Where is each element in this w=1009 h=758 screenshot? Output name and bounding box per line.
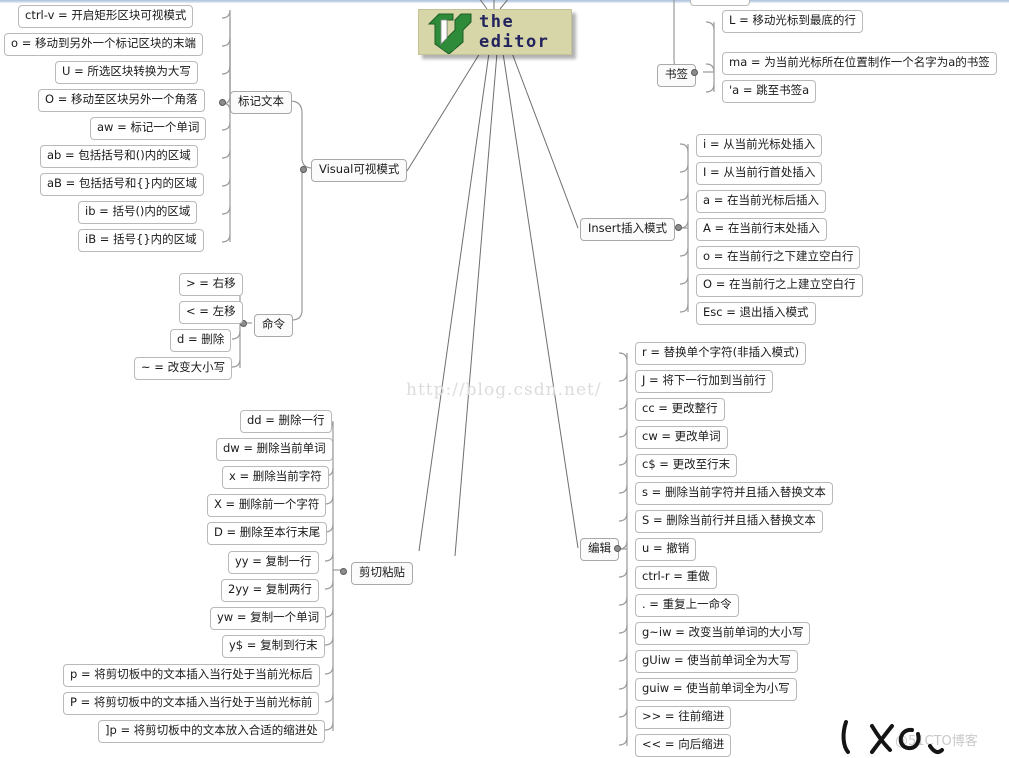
- leaf-I-insert-bol[interactable]: I = 从当前行首处插入: [696, 162, 823, 185]
- leaf-x[interactable]: x = 删除当前字符: [222, 466, 329, 489]
- leaf-dw[interactable]: dw = 删除当前单词: [216, 438, 333, 461]
- collapse-dot-visual-mode[interactable]: [300, 166, 307, 173]
- branch-command[interactable]: 命令: [254, 314, 293, 337]
- leaf-shift-right[interactable]: > = 右移: [179, 273, 243, 296]
- leaf-cc[interactable]: cc = 更改整行: [635, 398, 725, 421]
- leaf-i-insert[interactable]: i = 从当前光标处插入: [696, 134, 823, 157]
- leaf-indent-left[interactable]: << = 向后缩进: [635, 734, 732, 757]
- leaf-L-bottom-line[interactable]: L = 移动光标到最底的行: [722, 10, 863, 33]
- collapse-dot-mark-text[interactable]: [219, 99, 226, 106]
- svg-text:im: im: [442, 40, 456, 53]
- leaf-tilde-case[interactable]: ~ = 改变大小写: [134, 357, 233, 380]
- leaf-ib[interactable]: ib = 括号()内的区域: [78, 201, 198, 224]
- central-topic-vim[interactable]: im the editor: [418, 9, 572, 55]
- central-topic-label: the editor: [479, 12, 550, 52]
- leaf-U-upper[interactable]: U = 所选区块转换为大写: [55, 61, 198, 84]
- leaf-ctrl-r-redo[interactable]: ctrl-r = 重做: [635, 566, 717, 589]
- leaf-u-undo[interactable]: u = 撤销: [635, 538, 697, 561]
- leaf-p-paste-after[interactable]: p = 将剪切板中的文本插入当行处于当前光标后: [63, 664, 320, 687]
- leaf-O-corner[interactable]: O = 移动至区块另外一个角落: [38, 89, 205, 112]
- leaf-O-open-above[interactable]: O = 在当前行之上建立空白行: [696, 274, 863, 297]
- branch-visual-mode[interactable]: Visual可视模式: [311, 159, 408, 182]
- leaf-P-paste-before[interactable]: P = 将剪切板中的文本插入当行处于当前光标前: [63, 692, 320, 715]
- collapse-dot-bookmark[interactable]: [691, 69, 698, 76]
- leaf-J-join[interactable]: J = 将下一行加到当前行: [635, 370, 773, 393]
- leaf-cw[interactable]: cw = 更改单词: [635, 426, 728, 449]
- leaf-D[interactable]: D = 删除至本行末尾: [207, 522, 328, 545]
- clipped-node-top: [690, 0, 750, 6]
- leaf-y-dollar[interactable]: y$ = 复制到行末: [222, 635, 325, 658]
- leaf-s-subst-char[interactable]: s = 删除当前字符并且插入替换文本: [635, 482, 833, 505]
- leaf-yw[interactable]: yw = 复制一个单词: [210, 607, 327, 630]
- leaf-X[interactable]: X = 删除前一个字符: [207, 494, 327, 517]
- leaf-A-append-eol[interactable]: A = 在当前行末处插入: [696, 218, 827, 241]
- leaf-indent-right[interactable]: >> = 往前缩进: [635, 706, 732, 729]
- branch-mark-text[interactable]: 标记文本: [230, 91, 292, 114]
- leaf-S-subst-line[interactable]: S = 删除当前行并且插入替换文本: [635, 510, 823, 533]
- leaf-c-dollar[interactable]: c$ = 更改至行末: [635, 454, 738, 477]
- leaf-gUiw[interactable]: gUiw = 使当前单词全为大写: [635, 650, 798, 673]
- vim-logo-icon: im: [425, 12, 473, 54]
- leaf-aB[interactable]: aB = 包括括号和{}内的区域: [40, 173, 205, 196]
- leaf-o-mark[interactable]: o = 移动到另外一个标记区块的末端: [4, 33, 203, 56]
- leaf-quote-a-jump[interactable]: 'a = 跳至书签a: [722, 80, 817, 103]
- leaf-a-append[interactable]: a = 在当前光标后插入: [696, 190, 826, 213]
- branch-cut-paste[interactable]: 剪切粘贴: [351, 562, 413, 585]
- leaf-o-open-below[interactable]: o = 在当前行之下建立空白行: [696, 246, 861, 269]
- leaf-ab[interactable]: ab = 包括括号和()内的区域: [40, 145, 198, 168]
- collapse-dot-insert-mode[interactable]: [675, 224, 682, 231]
- handwritten-signature-icon: [841, 720, 944, 755]
- window-top-edge: [0, 0, 1009, 3]
- leaf-guiw[interactable]: guiw = 使当前单词全为小写: [635, 678, 797, 701]
- branch-insert-mode[interactable]: Insert插入模式: [580, 218, 675, 241]
- leaf-Esc-exit-insert[interactable]: Esc = 退出插入模式: [696, 302, 816, 325]
- collapse-dot-editing[interactable]: [614, 545, 621, 552]
- leaf-dot-repeat[interactable]: . = 重复上一命令: [635, 594, 739, 617]
- leaf-bracket-p-indent[interactable]: ]p = 将剪切板中的文本放入合适的缩进处: [98, 720, 325, 743]
- branch-bookmark[interactable]: 书签: [657, 64, 696, 87]
- leaf-yy[interactable]: yy = 复制一行: [228, 551, 319, 574]
- leaf-ctrl-v[interactable]: ctrl-v = 开启矩形区块可视模式: [18, 5, 194, 28]
- leaf-iB[interactable]: iB = 括号{}内的区域: [78, 229, 204, 252]
- watermark-url: http://blog.csdn.net/: [406, 380, 602, 400]
- mindmap-canvas: im the editor 标记文本 ctrl-v = 开启矩形区块可视模式 o…: [0, 0, 1009, 758]
- leaf-2yy[interactable]: 2yy = 复制两行: [221, 579, 319, 602]
- leaf-d-delete[interactable]: d = 删除: [170, 329, 232, 352]
- leaf-aw[interactable]: aw = 标记一个单词: [90, 117, 207, 140]
- collapse-dot-cut-paste[interactable]: [340, 568, 347, 575]
- leaf-r-replace-char[interactable]: r = 替换单个字符(非插入模式): [635, 342, 807, 365]
- leaf-g-tilde-iw[interactable]: g~iw = 改变当前单词的大小写: [635, 622, 811, 645]
- leaf-ma-set-mark[interactable]: ma = 为当前光标所在位置制作一个名字为a的书签: [722, 52, 997, 75]
- leaf-dd[interactable]: dd = 删除一行: [240, 410, 332, 433]
- leaf-shift-left[interactable]: < = 左移: [179, 301, 243, 324]
